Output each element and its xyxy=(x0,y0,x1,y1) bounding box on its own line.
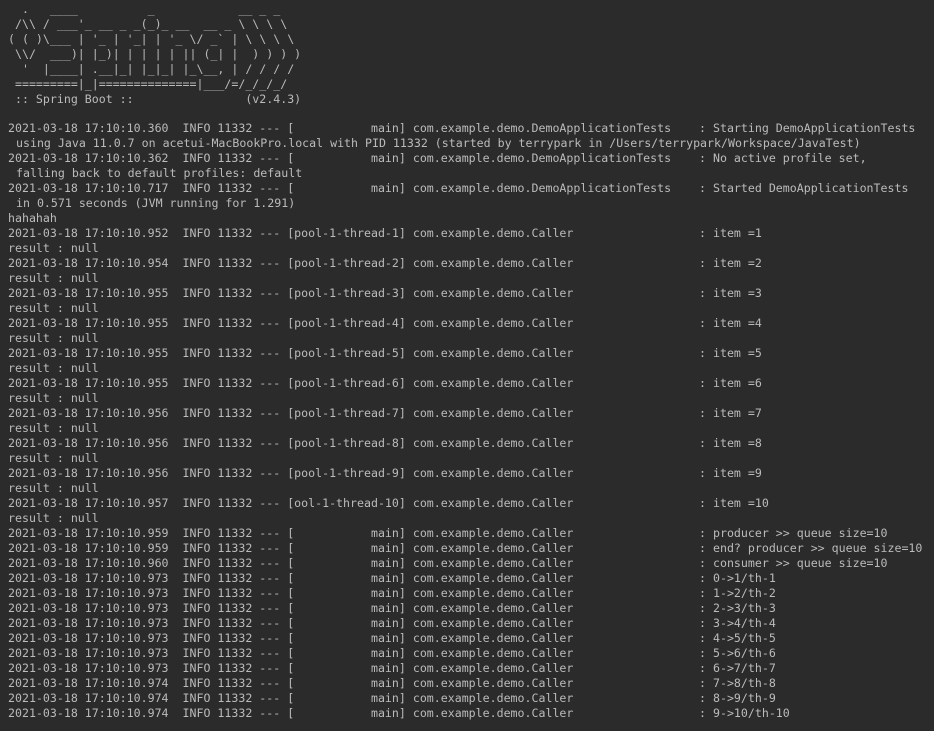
log-line: 2021-03-18 17:10:10.955 INFO 11332 --- [… xyxy=(8,346,762,360)
log-line: 2021-03-18 17:10:10.717 INFO 11332 --- [… xyxy=(8,181,909,195)
log-line: 2021-03-18 17:10:10.955 INFO 11332 --- [… xyxy=(8,376,762,390)
log-line: 2021-03-18 17:10:10.974 INFO 11332 --- [… xyxy=(8,676,776,690)
log-line: result : null xyxy=(8,391,99,405)
log-line: 2021-03-18 17:10:10.955 INFO 11332 --- [… xyxy=(8,286,762,300)
log-line: 2021-03-18 17:10:10.956 INFO 11332 --- [… xyxy=(8,406,762,420)
banner-line: ( ( )\___ | '_ | '_| | '_ \/ _` | \ \ \ … xyxy=(8,32,295,46)
log-line: 2021-03-18 17:10:10.974 INFO 11332 --- [… xyxy=(8,691,776,705)
log-line: 2021-03-18 17:10:10.973 INFO 11332 --- [… xyxy=(8,661,776,675)
log-line: 2021-03-18 17:10:10.360 INFO 11332 --- [… xyxy=(8,121,916,135)
banner-line: :: Spring Boot :: (v2.4.3) xyxy=(8,92,302,106)
log-line: 2021-03-18 17:10:10.952 INFO 11332 --- [… xyxy=(8,226,762,240)
log-line: result : null xyxy=(8,481,99,495)
log-line: 2021-03-18 17:10:10.974 INFO 11332 --- [… xyxy=(8,706,790,720)
log-line: 2021-03-18 17:10:10.973 INFO 11332 --- [… xyxy=(8,631,776,645)
log-line: result : null xyxy=(8,361,99,375)
log-line: 2021-03-18 17:10:10.957 INFO 11332 --- [… xyxy=(8,496,769,510)
log-line: 2021-03-18 17:10:10.973 INFO 11332 --- [… xyxy=(8,571,776,585)
log-lines: 2021-03-18 17:10:10.360 INFO 11332 --- [… xyxy=(8,121,922,721)
log-line: 2021-03-18 17:10:10.960 INFO 11332 --- [… xyxy=(8,556,888,570)
log-line: result : null xyxy=(8,271,99,285)
log-line: result : null xyxy=(8,331,99,345)
banner-line: \\/ ___)| |_)| | | | | || (_| | ) ) ) ) xyxy=(8,47,302,61)
console-output: . ____ _ __ _ _ /\\ / ___'_ __ _ _(_)_ _… xyxy=(0,0,934,731)
banner-line: . ____ _ __ _ _ xyxy=(8,2,281,16)
log-line: result : null xyxy=(8,241,99,255)
log-line: hahahah xyxy=(8,211,57,225)
banner-line: =========|_|==============|___/=/_/_/_/ xyxy=(8,77,288,91)
log-line: 2021-03-18 17:10:10.973 INFO 11332 --- [… xyxy=(8,646,776,660)
log-line-continuation: falling back to default profiles: defaul… xyxy=(16,166,303,180)
log-line: result : null xyxy=(8,451,99,465)
log-line: 2021-03-18 17:10:10.973 INFO 11332 --- [… xyxy=(8,586,776,600)
log-line: result : null xyxy=(8,511,99,525)
log-line: 2021-03-18 17:10:10.959 INFO 11332 --- [… xyxy=(8,526,888,540)
log-line: 2021-03-18 17:10:10.362 INFO 11332 --- [… xyxy=(8,151,867,165)
log-line: 2021-03-18 17:10:10.959 INFO 11332 --- [… xyxy=(8,541,923,555)
log-line: 2021-03-18 17:10:10.956 INFO 11332 --- [… xyxy=(8,436,762,450)
log-line: 2021-03-18 17:10:10.955 INFO 11332 --- [… xyxy=(8,316,762,330)
log-line: result : null xyxy=(8,421,99,435)
log-line: 2021-03-18 17:10:10.973 INFO 11332 --- [… xyxy=(8,601,776,615)
spring-boot-banner: . ____ _ __ _ _ /\\ / ___'_ __ _ _(_)_ _… xyxy=(8,2,301,107)
log-line: 2021-03-18 17:10:10.973 INFO 11332 --- [… xyxy=(8,616,776,630)
log-line-continuation: using Java 11.0.7 on acetui-MacBookPro.l… xyxy=(16,136,861,150)
banner-line: ' |____| .__|_| |_|_| |_\__, | / / / / xyxy=(8,62,295,76)
log-line: 2021-03-18 17:10:10.954 INFO 11332 --- [… xyxy=(8,256,762,270)
banner-line: /\\ / ___'_ __ _ _(_)_ __ __ _ \ \ \ \ xyxy=(8,17,288,31)
log-line: result : null xyxy=(8,301,99,315)
log-line: 2021-03-18 17:10:10.956 INFO 11332 --- [… xyxy=(8,466,762,480)
log-line-continuation: in 0.571 seconds (JVM running for 1.291) xyxy=(16,196,296,210)
